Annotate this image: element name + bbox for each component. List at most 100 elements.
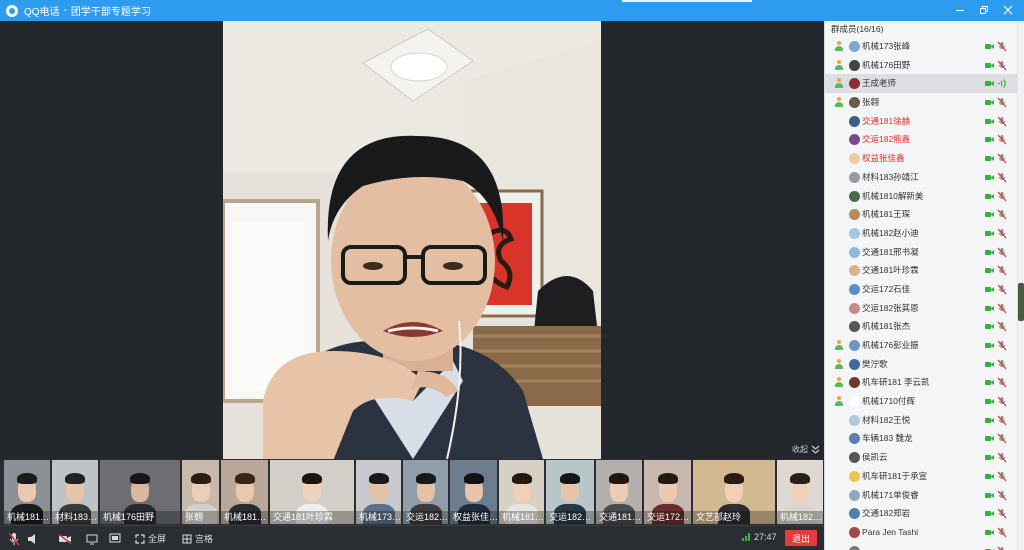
member-name: 机械1710付辉 [862,396,915,407]
member-row[interactable]: 交通181邢书凝 [825,243,1017,262]
restore-button[interactable] [976,3,992,17]
qq-call-logo-icon [6,4,18,17]
fullscreen-label: 全屏 [148,534,167,544]
member-row[interactable]: 交通182郑岩 [825,504,1017,523]
screen-share-button[interactable] [86,531,98,546]
exit-call-button[interactable]: 退出 [785,530,817,546]
member-row[interactable]: 材料183孙靖江 [825,168,1017,187]
camera-on-icon [985,473,994,479]
minimize-button[interactable] [952,3,968,17]
participant-thumbnail[interactable]: 交运182… [403,460,448,524]
participant-thumbnail[interactable]: 权益张佳… [450,460,497,524]
whiteboard-button[interactable] [109,531,121,546]
participant-thumbnail[interactable]: 交运182… [546,460,594,524]
member-row[interactable]: 侯凯云 [825,448,1017,467]
member-avatar [849,396,860,408]
member-row[interactable]: 机械181王琛 [825,205,1017,224]
member-row[interactable]: 车辆183 魏龙 [825,429,1017,448]
member-row[interactable]: 交通181叶珍霖 [825,261,1017,280]
participant-thumbnail[interactable]: 机械182… [777,460,823,524]
member-row[interactable]: 机械1810解新美 [825,187,1017,206]
participant-thumbnail[interactable]: 机械181… [221,460,268,524]
member-row[interactable]: 机车研181于承宣 [825,467,1017,486]
member-avatar [849,41,860,52]
member-row[interactable]: 交运182熊鑫 [825,130,1017,149]
participant-thumbnail[interactable]: 材料183… [52,460,98,524]
member-name: 机械176彭业振 [862,340,919,350]
top-notice-strip [622,0,752,2]
collapse-strip-button[interactable]: 收起 [792,444,820,455]
side-drag-handle[interactable] [1018,283,1024,321]
camera-on-icon [985,324,994,330]
member-name: 侯凯云 [862,452,888,463]
member-row[interactable]: 交通181徐赫 [825,112,1017,131]
member-avatar [849,526,860,538]
participant-hair [790,473,810,484]
member-row[interactable]: 机械176田野 [825,56,1017,75]
mic-muted-icon [997,321,1007,332]
member-avatar [849,414,860,426]
participant-thumbnail[interactable]: 张翱 [182,460,219,524]
member-row[interactable]: 材料182王悦 [825,411,1017,430]
mic-muted-icon [997,135,1007,145]
member-role-icon [834,396,844,407]
member-row[interactable]: 机械173张峰 [825,37,1017,56]
member-name: 机械173张峰 [862,41,911,51]
member-name: 机车研181 李云凯 [862,377,930,388]
main-speaker-video[interactable] [223,21,601,459]
mic-muted-icon [997,434,1007,444]
speaker-button[interactable] [27,531,39,546]
member-row[interactable]: 权益张佳鑫 [825,149,1017,168]
participant-thumbnail[interactable]: 机械173… [356,460,401,524]
member-row[interactable]: 交运172石佳 [825,280,1017,299]
close-button[interactable] [1000,3,1016,17]
member-avatar [849,433,860,445]
member-avatar [849,452,860,464]
member-avatar [849,153,860,165]
participant-thumbnail[interactable]: 交通181叶珍霖 [270,460,354,524]
participant-name-label: 交运182… [403,511,448,524]
member-row[interactable]: 机械182赵小迪 [825,224,1017,243]
member-row[interactable]: 张翱 [825,93,1017,112]
participant-thumbnail[interactable]: 文艺部赵玲 [693,460,775,524]
member-name: 权益张佳鑫 [862,153,905,164]
participant-thumbnail[interactable]: 交运172… [644,460,691,524]
member-row[interactable]: 机械176彭业振 [825,336,1017,355]
title-bar: QQ电话 - 团学干部专题学习 [0,0,1024,21]
camera-on-icon [985,249,994,255]
member-row[interactable]: Para Jen Tashi [825,523,1017,542]
participant-name-label: 交通181叶珍霖 [270,511,354,524]
mute-mic-button[interactable] [8,531,20,546]
camera-off-button[interactable] [58,531,72,546]
participant-thumbnail[interactable]: 机械176田野 [100,460,180,524]
member-role-icon [834,377,844,388]
camera-on-icon [985,212,994,218]
member-row[interactable]: 樊泞歌 [825,355,1017,374]
participant-hair [130,473,150,484]
participant-thumbnail[interactable]: 机械181… [499,460,544,524]
member-row[interactable]: 机械171单俊睿 [825,486,1017,505]
member-row[interactable] [825,542,1017,550]
participant-hair [511,473,532,484]
camera-on-icon [985,174,994,180]
fullscreen-button[interactable]: 全屏 [135,531,166,546]
grid-view-button[interactable]: 宫格 [182,531,213,546]
elapsed-time: 27:47 [754,532,777,542]
participant-thumbnail[interactable]: 交通181… [596,460,642,524]
fullscreen-icon [135,533,145,544]
member-row[interactable]: 王成老师 [825,74,1017,94]
participant-thumbnail[interactable]: 机械181… [4,460,50,524]
camera-on-icon [985,529,994,535]
mic-muted-icon [997,452,1007,463]
speaker-icon [28,533,35,544]
camera-on-icon [985,118,994,124]
participant-name-label: 交通181… [596,511,642,524]
member-row[interactable]: 机车研181 李云凯 [825,373,1017,392]
mic-muted-icon [997,172,1007,183]
member-avatar [849,171,860,183]
participant-hair [17,473,37,484]
member-row[interactable]: 交运182张其恩 [825,299,1017,318]
member-row[interactable]: 机械1710付辉 [825,392,1017,411]
member-name: 机械181王琛 [862,209,911,220]
member-row[interactable]: 机械181张杰 [825,317,1017,336]
